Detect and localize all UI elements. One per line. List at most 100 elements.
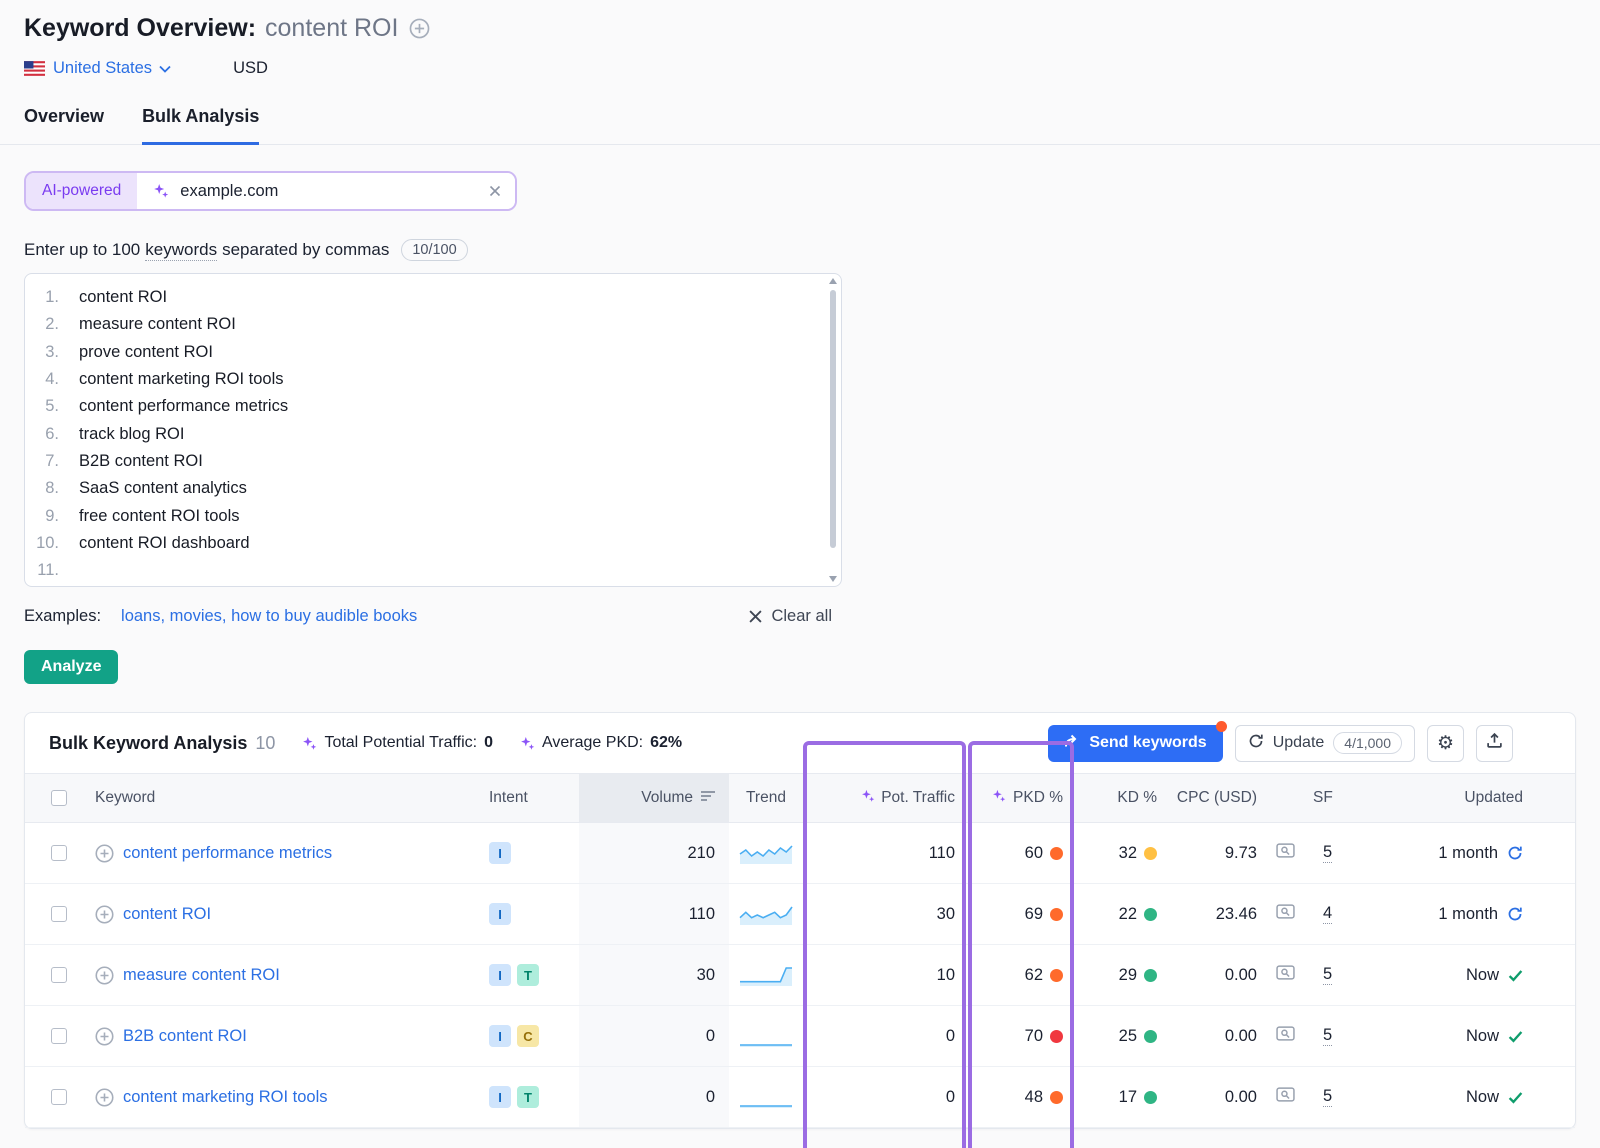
- row-checkbox[interactable]: [51, 967, 67, 983]
- keyword-link[interactable]: B2B content ROI: [123, 1027, 247, 1046]
- panel-count: 10: [255, 733, 275, 754]
- pot-traffic-cell: 0: [803, 1006, 967, 1066]
- add-keyword-icon[interactable]: [95, 905, 114, 924]
- keyword-link[interactable]: content performance metrics: [123, 844, 332, 863]
- volume-cell: 210: [579, 823, 729, 883]
- sf-value[interactable]: 5: [1323, 843, 1332, 863]
- trend-cell: [729, 945, 803, 1005]
- sf-value[interactable]: 5: [1323, 1026, 1332, 1046]
- country-label: United States: [53, 59, 152, 78]
- intent-badge-i: I: [489, 1025, 511, 1047]
- check-icon: [1508, 1091, 1523, 1104]
- pkd-cell: 62: [967, 945, 1075, 1005]
- keyword-link[interactable]: content ROI: [123, 905, 211, 924]
- intent-cell: I: [489, 823, 579, 883]
- volume-cell: 110: [579, 884, 729, 944]
- kd-cell: 17: [1075, 1067, 1167, 1127]
- table-row: content ROI I 110 30 69 22 23.46 4 1 mon…: [25, 884, 1575, 945]
- pot-traffic-cell: 10: [803, 945, 967, 1005]
- kd-value: 17: [1119, 1088, 1137, 1107]
- analyze-button[interactable]: Analyze: [24, 650, 118, 684]
- ads-history-icon[interactable]: [1276, 965, 1295, 985]
- ads-history-icon[interactable]: [1276, 843, 1295, 863]
- ads-history-icon[interactable]: [1276, 1026, 1295, 1046]
- pkd-dot: [1050, 1030, 1063, 1043]
- scroll-up-arrow[interactable]: [829, 278, 837, 284]
- add-keyword-icon[interactable]: [95, 966, 114, 985]
- keyword-link[interactable]: content marketing ROI tools: [123, 1088, 328, 1107]
- col-pkd: PKD %: [967, 774, 1075, 822]
- col-trend: Trend: [729, 774, 803, 822]
- col-sf: SF: [1307, 774, 1353, 822]
- refresh-icon: [1248, 733, 1264, 754]
- refresh-icon[interactable]: [1507, 906, 1523, 922]
- ads-cell: [1263, 945, 1307, 1005]
- intent-cell: I: [489, 884, 579, 944]
- kd-dot: [1144, 1091, 1157, 1104]
- examples-link[interactable]: loans, movies, how to buy audible books: [121, 607, 417, 626]
- col-kd-label: KD %: [1117, 789, 1157, 807]
- intent-cell: IT: [489, 945, 579, 1005]
- clear-all-button[interactable]: Clear all: [749, 607, 832, 626]
- row-checkbox[interactable]: [51, 845, 67, 861]
- keyword-line: 4.content marketing ROI tools: [25, 366, 841, 393]
- pkd-cell: 48: [967, 1067, 1075, 1127]
- table-row: content marketing ROI tools IT 0 0 48 17…: [25, 1067, 1575, 1128]
- sparkle-icon: [302, 736, 317, 751]
- volume-cell: 30: [579, 945, 729, 1005]
- add-keyword-icon[interactable]: [95, 1088, 114, 1107]
- sf-value[interactable]: 4: [1323, 904, 1332, 924]
- kd-cell: 32: [1075, 823, 1167, 883]
- country-selector[interactable]: United States: [53, 59, 171, 78]
- scrollbar[interactable]: [827, 276, 839, 584]
- domain-input[interactable]: example.com: [137, 173, 515, 209]
- keywords-term[interactable]: keywords: [145, 240, 217, 261]
- keyword-counter: 10/100: [401, 239, 467, 261]
- kd-dot: [1144, 908, 1157, 921]
- ads-history-icon[interactable]: [1276, 904, 1295, 924]
- kd-value: 32: [1119, 844, 1137, 863]
- row-checkbox[interactable]: [51, 1028, 67, 1044]
- cpc-cell: 0.00: [1167, 945, 1263, 1005]
- export-button[interactable]: [1476, 725, 1513, 762]
- send-keywords-button[interactable]: Send keywords: [1048, 725, 1222, 762]
- clear-all-label: Clear all: [771, 607, 832, 626]
- settings-button[interactable]: ⚙: [1427, 725, 1464, 762]
- keywords-textarea[interactable]: 1.content ROI2.measure content ROI3.prov…: [24, 273, 842, 587]
- sf-value[interactable]: 5: [1323, 965, 1332, 985]
- sparkle-icon: [153, 183, 169, 199]
- keywords-instruction: Enter up to 100 keywords separated by co…: [24, 239, 1576, 261]
- pkd-value: 60: [1025, 844, 1043, 863]
- pkd-value: 69: [1025, 905, 1043, 924]
- kd-cell: 25: [1075, 1006, 1167, 1066]
- row-checkbox[interactable]: [51, 906, 67, 922]
- trend-cell: [729, 823, 803, 883]
- intent-cell: IT: [489, 1067, 579, 1127]
- tab-overview[interactable]: Overview: [24, 106, 104, 145]
- scrollbar-thumb[interactable]: [830, 290, 836, 548]
- col-volume[interactable]: Volume: [579, 774, 729, 822]
- sf-cell: 5: [1307, 1067, 1353, 1127]
- volume-cell: 0: [579, 1067, 729, 1127]
- add-to-list-icon[interactable]: [409, 18, 430, 39]
- add-keyword-icon[interactable]: [95, 1027, 114, 1046]
- bulk-analysis-panel: Bulk Keyword Analysis 10 Total Potential…: [24, 712, 1576, 1129]
- col-pkd-label: PKD %: [1013, 789, 1063, 807]
- page-title: Keyword Overview: content ROI: [24, 14, 1576, 43]
- add-keyword-icon[interactable]: [95, 844, 114, 863]
- scroll-down-arrow[interactable]: [829, 576, 837, 582]
- row-checkbox[interactable]: [51, 1089, 67, 1105]
- select-all-checkbox[interactable]: [51, 790, 67, 806]
- update-button[interactable]: Update 4/1,000: [1235, 725, 1415, 762]
- pkd-cell: 69: [967, 884, 1075, 944]
- ads-history-icon[interactable]: [1276, 1087, 1295, 1107]
- cpc-cell: 0.00: [1167, 1067, 1263, 1127]
- clear-input-icon[interactable]: [489, 185, 501, 197]
- keyword-link[interactable]: measure content ROI: [123, 966, 280, 985]
- ads-cell: [1263, 884, 1307, 944]
- update-label: Update: [1273, 734, 1325, 752]
- tab-bulk-analysis[interactable]: Bulk Analysis: [142, 106, 259, 145]
- updated-cell: Now: [1353, 945, 1575, 1005]
- sf-value[interactable]: 5: [1323, 1087, 1332, 1107]
- refresh-icon[interactable]: [1507, 845, 1523, 861]
